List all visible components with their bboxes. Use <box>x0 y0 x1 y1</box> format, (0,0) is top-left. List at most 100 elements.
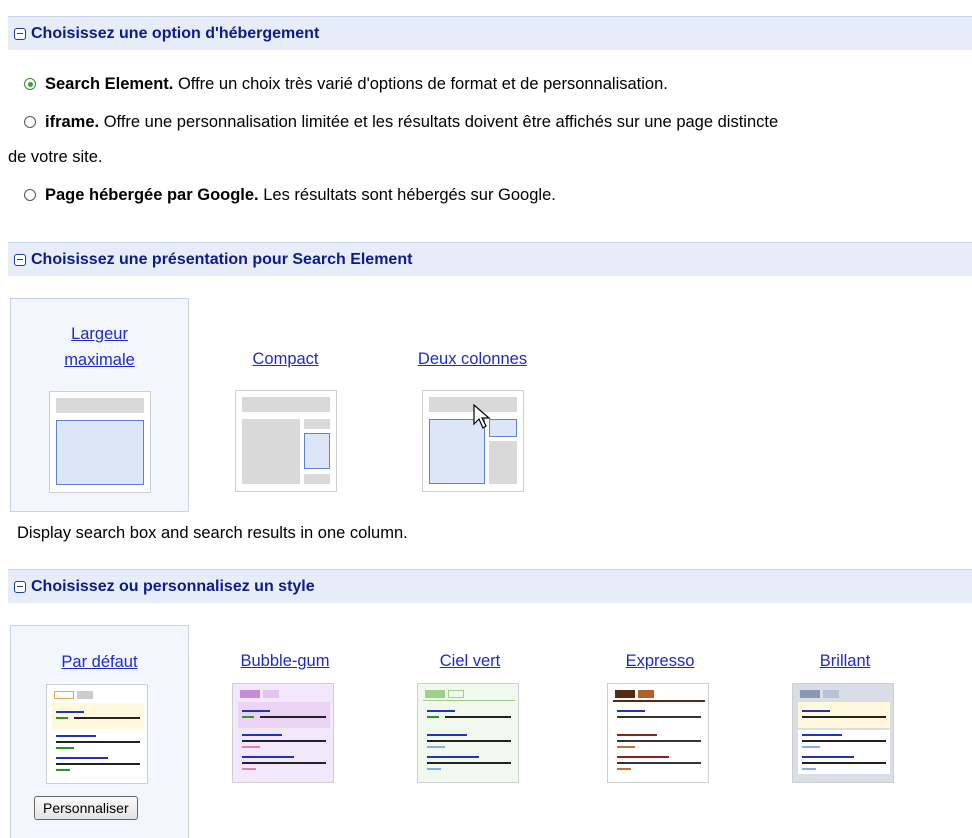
thumb-line <box>802 762 886 764</box>
style-link-default[interactable]: Par défaut <box>61 653 137 671</box>
section-header-hosting[interactable]: Choisissez une option d'hébergement <box>8 16 972 50</box>
thumb-line <box>617 716 701 718</box>
thumb-line <box>445 716 511 718</box>
hosting-option-iframe[interactable]: iframe. Offre une personnalisation limit… <box>24 113 778 132</box>
thumb-line <box>802 734 842 736</box>
style-tile-brillant[interactable]: Brillant <box>770 625 920 805</box>
thumb-line <box>427 762 511 764</box>
thumb-line <box>802 740 886 742</box>
thumb-line <box>242 734 282 736</box>
thumb-bar <box>56 398 144 413</box>
thumb-line <box>242 756 294 758</box>
option-name: Search Element. <box>45 75 174 93</box>
thumb-line <box>56 717 68 719</box>
style-thumb-brillant <box>792 683 894 783</box>
thumb-line <box>427 746 445 748</box>
style-link-expresso[interactable]: Expresso <box>626 652 695 670</box>
style-thumb-bubblegum <box>232 683 334 783</box>
style-link-bubblegum[interactable]: Bubble-gum <box>241 652 330 670</box>
thumb-ad <box>304 433 330 469</box>
thumb-line <box>56 747 74 749</box>
thumb-line <box>802 710 830 712</box>
thumb-line <box>242 740 326 742</box>
layout-thumb-compact <box>235 390 337 492</box>
thumb-rule <box>613 700 705 702</box>
hosting-option-iframe-cont: de votre site. <box>8 148 102 167</box>
thumb-right-box <box>489 419 517 437</box>
thumb-line <box>617 746 635 748</box>
collapse-icon[interactable] <box>14 27 26 40</box>
layout-link-compact[interactable]: Compact <box>252 350 318 368</box>
thumb-line <box>427 756 479 758</box>
customize-button[interactable]: Personnaliser <box>34 796 138 820</box>
thumb-line <box>260 716 326 718</box>
layout-tile-full-width[interactable]: Largeur maximale <box>10 298 189 512</box>
style-thumb-expresso <box>607 683 709 783</box>
thumb-logo <box>240 690 260 698</box>
collapse-icon[interactable] <box>14 253 26 266</box>
mouse-cursor-icon <box>473 404 491 429</box>
thumb-line <box>242 716 254 718</box>
section-header-layout[interactable]: Choisissez une présentation pour Search … <box>8 242 972 276</box>
thumb-logo <box>615 690 635 698</box>
thumb-line <box>617 756 669 758</box>
thumb-line <box>617 710 645 712</box>
thumb-line <box>802 756 854 758</box>
thumb-line <box>242 710 270 712</box>
thumb-line <box>56 763 140 765</box>
thumb-line <box>56 711 84 713</box>
thumb-line <box>242 746 260 748</box>
thumb-side <box>304 419 330 429</box>
radio-checked-icon[interactable] <box>24 78 36 90</box>
option-desc: Offre une personnalisation limitée et le… <box>99 113 779 131</box>
thumb-right-col <box>489 441 517 484</box>
style-link-brillant[interactable]: Brillant <box>820 652 870 670</box>
thumb-logo2 <box>263 690 279 698</box>
style-tile-bubblegum[interactable]: Bubble-gum <box>210 625 360 805</box>
option-desc: Offre un choix très varié d'options de f… <box>173 75 668 93</box>
style-link-ciel-vert[interactable]: Ciel vert <box>440 652 501 670</box>
thumb-logo <box>54 691 74 699</box>
thumb-line <box>427 740 511 742</box>
thumb-line <box>56 735 96 737</box>
thumb-logo <box>800 690 820 698</box>
thumb-line <box>242 768 256 770</box>
section-title-hosting: Choisissez une option d'hébergement <box>31 24 320 42</box>
thumb-rule <box>423 700 515 701</box>
layout-link-two-columns[interactable]: Deux colonnes <box>418 350 527 368</box>
radio-icon[interactable] <box>24 116 36 128</box>
thumb-line <box>617 740 701 742</box>
radio-icon[interactable] <box>24 189 36 201</box>
thumb-line <box>802 746 820 748</box>
hosting-option-google[interactable]: Page hébergée par Google. Les résultats … <box>24 186 556 205</box>
thumb-main <box>242 419 300 484</box>
hosting-option-search-element[interactable]: Search Element. Offre un choix très vari… <box>24 75 668 94</box>
layout-tile-two-columns[interactable]: Deux colonnes <box>385 298 560 512</box>
thumb-line <box>617 762 701 764</box>
thumb-ad-area <box>238 702 330 728</box>
thumb-line <box>427 710 455 712</box>
layout-tile-compact[interactable]: Compact <box>208 298 363 512</box>
thumb-logo2 <box>823 690 839 698</box>
style-tile-expresso[interactable]: Expresso <box>585 625 735 805</box>
thumb-line <box>242 762 326 764</box>
style-tile-ciel-vert[interactable]: Ciel vert <box>395 625 545 805</box>
thumb-line <box>617 768 631 770</box>
thumb-line <box>56 741 140 743</box>
thumb-line <box>427 768 441 770</box>
thumb-line <box>617 734 657 736</box>
thumb-line <box>74 717 140 719</box>
section-title-layout: Choisissez une présentation pour Search … <box>31 250 413 268</box>
thumb-logo <box>425 690 445 698</box>
section-header-style[interactable]: Choisissez ou personnalisez un style <box>8 569 972 603</box>
style-thumb-ciel-vert <box>417 683 519 783</box>
style-thumb-default <box>46 684 148 784</box>
thumb-logo2 <box>77 691 93 699</box>
layout-link-full-width-line2[interactable]: maximale <box>64 351 135 369</box>
layout-link-full-width-line1[interactable]: Largeur <box>71 325 128 343</box>
collapse-icon[interactable] <box>14 580 26 593</box>
option-desc: Les résultats sont hébergés sur Google. <box>258 186 556 204</box>
thumb-line <box>802 716 886 718</box>
thumb-line <box>802 768 816 770</box>
layout-thumb-full-width <box>49 391 151 493</box>
